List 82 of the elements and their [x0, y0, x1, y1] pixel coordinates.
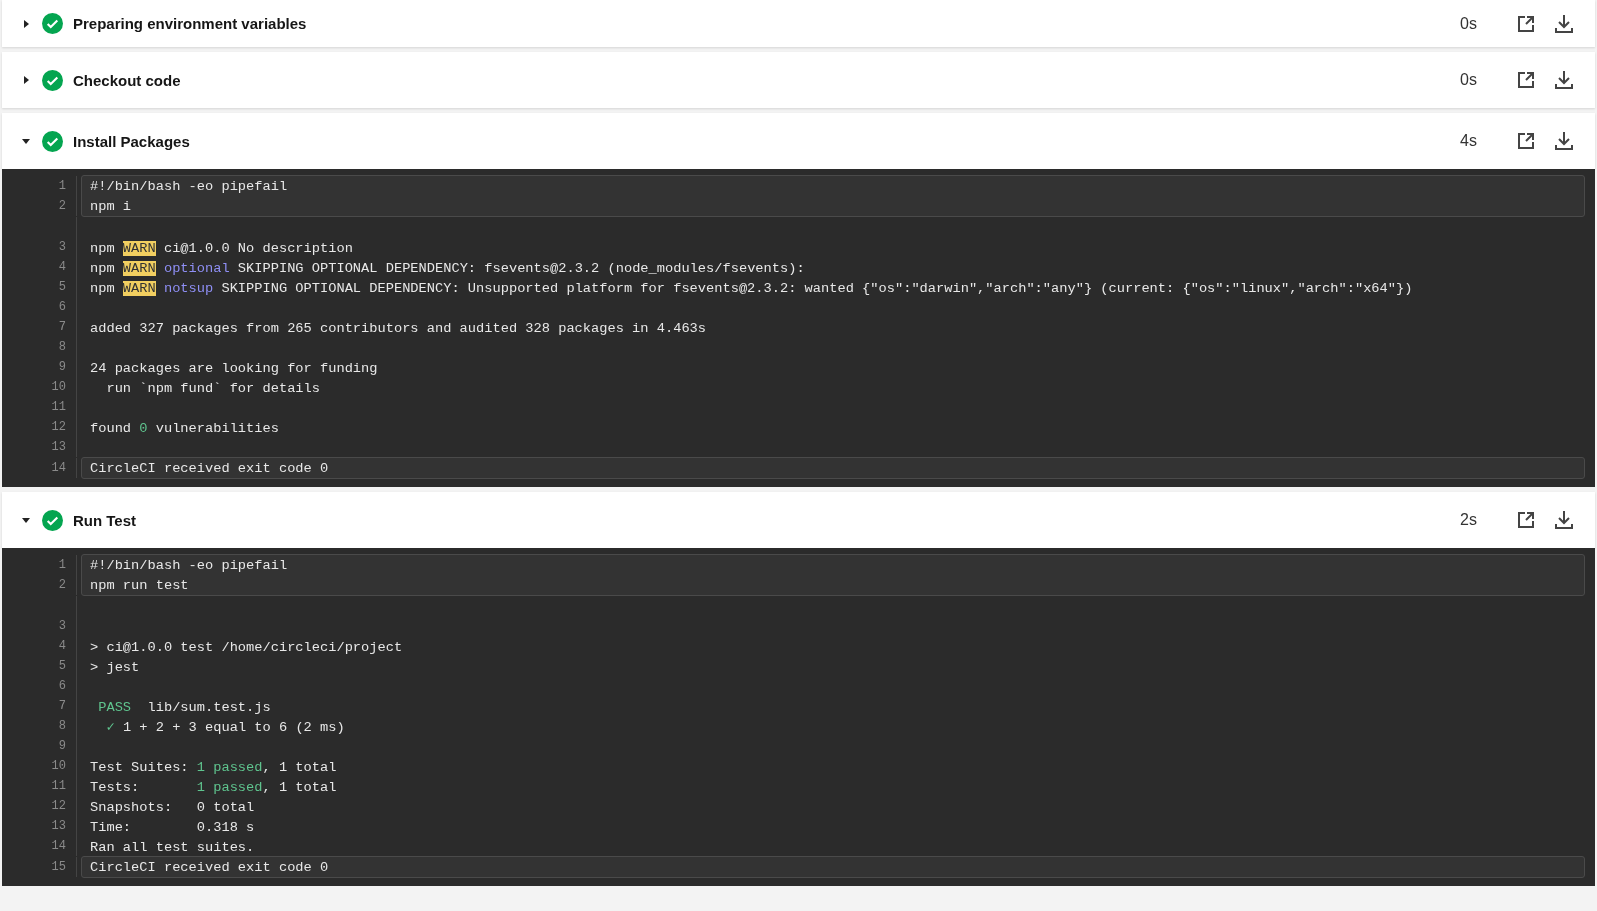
line-number: 13 [2, 816, 77, 836]
log-line: npm run test [90, 577, 189, 593]
line-number: 2 [2, 196, 77, 216]
line-number: 6 [2, 297, 77, 317]
download-button[interactable] [1553, 12, 1575, 35]
line-number: 13 [2, 437, 77, 457]
line-number: 1 [2, 555, 77, 575]
download-icon [1554, 13, 1574, 34]
caret-right-icon [21, 75, 31, 85]
log-line: npm WARN ci@1.0.0 No description [90, 241, 353, 256]
line-number: 14 [2, 836, 77, 856]
line-number: 8 [2, 337, 77, 357]
log-line: Test Suites: 1 passed, 1 total [90, 760, 337, 775]
external-link-icon [1517, 132, 1535, 150]
step-duration: 0s [1460, 14, 1477, 33]
log-line: run `npm fund` for details [105, 381, 320, 396]
download-icon [1554, 70, 1574, 90]
log-line: #!/bin/bash -eo pipefail [90, 178, 288, 194]
log-line: 24 packages are looking for funding [90, 361, 378, 376]
log-line: CircleCI received exit code 0 [90, 859, 329, 875]
line-number: 1 [2, 176, 77, 196]
open-external-button[interactable] [1515, 130, 1537, 152]
line-number: 14 [2, 458, 77, 478]
open-external-button[interactable] [1515, 69, 1537, 91]
line-number: 5 [2, 277, 77, 297]
log-line: #!/bin/bash -eo pipefail [90, 557, 288, 573]
line-number: 3 [2, 616, 77, 636]
download-button[interactable] [1553, 130, 1575, 152]
log-line: Ran all test suites. [90, 840, 255, 855]
line-number: 4 [2, 257, 77, 277]
log-line: found 0 vulnerabilities [90, 421, 279, 436]
line-number: 12 [2, 417, 77, 437]
download-icon [1554, 510, 1574, 530]
step-duration: 2s [1460, 511, 1477, 529]
step-title: Run Test [73, 511, 138, 529]
step-header[interactable]: Run Test 2s [2, 492, 1595, 548]
line-number: 3 [2, 237, 77, 257]
log-line: npm WARN notsup SKIPPING OPTIONAL DEPENDENCY: Unsupported platform for fsevents@2.3.2: wanted {"os":"darwin","arch":"any"} (current: {"os":"linux","arch":"x64"}) [90, 281, 1413, 296]
caret-right-icon [21, 18, 31, 29]
step-duration: 0s [1460, 71, 1477, 89]
log-line: npm WARN optional SKIPPING OPTIONAL DEPENDENCY: fsevents@2.3.2 (node_modules/fsevents): [90, 261, 805, 276]
log-line: > ci@1.0.0 test /home/circleci/project [90, 640, 403, 655]
external-link-icon [1517, 14, 1535, 33]
line-number: 12 [2, 796, 77, 816]
download-button[interactable] [1553, 509, 1575, 531]
line-number: 7 [2, 696, 77, 716]
line-number: 15 [2, 857, 77, 877]
log-line: PASS lib/sum.test.js [97, 700, 271, 715]
caret-down-icon [21, 136, 31, 146]
log-line: CircleCI received exit code 0 [90, 460, 329, 476]
line-number: 11 [2, 776, 77, 796]
external-link-icon [1517, 511, 1535, 529]
step-header[interactable]: Preparing environment variables 0s [2, 0, 1595, 47]
log-line: Tests: 1 passed, 1 total [90, 780, 337, 795]
caret-down-icon [21, 515, 31, 525]
log-line: ✓ 1 + 2 + 3 equal to 6 (2 ms) [105, 720, 345, 735]
line-number: 8 [2, 716, 77, 736]
step-header[interactable]: Checkout code 0s [2, 52, 1595, 108]
log-line: > jest [90, 660, 140, 675]
line-number: 9 [2, 736, 77, 756]
step-title: Preparing environment variables [73, 15, 308, 32]
step-title: Checkout code [73, 71, 182, 89]
line-number: 10 [2, 756, 77, 776]
line-number: 10 [2, 377, 77, 397]
log-line: npm i [90, 198, 132, 214]
line-number: 7 [2, 317, 77, 337]
external-link-icon [1517, 71, 1535, 89]
line-number: 9 [2, 357, 77, 377]
step-header[interactable]: Install Packages 4s [2, 113, 1595, 169]
line-number: 5 [2, 656, 77, 676]
log-line: Snapshots: 0 total [90, 800, 255, 815]
line-number: 6 [2, 676, 77, 696]
line-number: 4 [2, 636, 77, 656]
line-number: 11 [2, 397, 77, 417]
line-number: 2 [2, 575, 77, 595]
open-external-button[interactable] [1515, 509, 1537, 531]
step-title: Install Packages [73, 132, 191, 150]
log-line: Time: 0.318 s [90, 820, 255, 835]
download-button[interactable] [1553, 69, 1575, 91]
download-icon [1554, 131, 1574, 151]
log-line: added 327 packages from 265 contributors and audited 328 packages in 4.463s [90, 321, 707, 336]
step-duration: 4s [1460, 132, 1477, 150]
